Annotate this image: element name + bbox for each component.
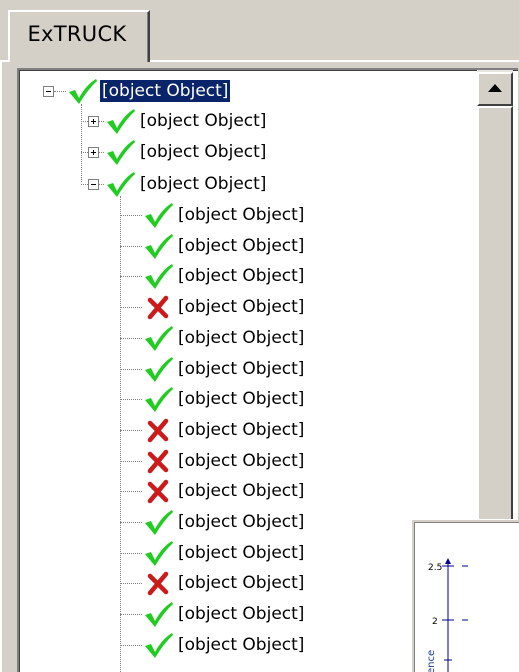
check-icon (142, 599, 174, 629)
check-icon (142, 384, 174, 414)
check-icon (142, 231, 174, 261)
tree-connector (54, 91, 66, 92)
tree-connector (81, 184, 88, 185)
tree-node-label: [object Object] (178, 297, 305, 317)
tree-node-label: [object Object] (178, 420, 305, 440)
tab-extruck[interactable]: ExTRUCK (8, 10, 150, 62)
cross-icon (142, 292, 174, 322)
tree-connector (120, 338, 142, 339)
collapse-icon[interactable] (88, 179, 99, 190)
tree-connector (120, 246, 142, 247)
chart-window: 2.5 2 ence (412, 520, 519, 672)
tree-node-label: [object Object] (178, 543, 305, 563)
check-icon (142, 354, 174, 384)
tree-connector (120, 553, 142, 554)
tree-node-label: [object Object] (178, 451, 305, 471)
tree-node-label: [object Object] (178, 205, 305, 225)
scroll-thumb[interactable] (477, 106, 513, 570)
cross-icon (142, 476, 174, 506)
tree-node-label: [object Object] (178, 573, 305, 593)
check-icon (142, 261, 174, 291)
tree-node-label: [object Object] (178, 359, 305, 379)
tree-node-label: [object Object] (178, 512, 305, 532)
chart-tick-label-mid: 2 (432, 617, 438, 627)
cross-icon (142, 568, 174, 598)
collapse-icon[interactable] (43, 86, 54, 97)
tree-connector-level1 (81, 104, 82, 182)
tree-connector (120, 522, 142, 523)
tree-node-label: [object Object] (178, 328, 305, 348)
chart-axis-arrow (445, 558, 451, 564)
tab-label: ExTRUCK (27, 22, 127, 46)
tree-connector (120, 430, 142, 431)
tree-connector (120, 307, 142, 308)
check-icon (142, 323, 174, 353)
check-icon (142, 507, 174, 537)
check-icon (104, 169, 136, 199)
tree-connector (120, 215, 142, 216)
check-icon (142, 200, 174, 230)
check-icon (104, 106, 136, 136)
tree-node-label: [object Object] (178, 481, 305, 501)
tree-connector (120, 645, 142, 646)
tree-connector (120, 461, 142, 462)
check-icon (104, 137, 136, 167)
tree-connector-level2 (120, 196, 121, 672)
scroll-up-button[interactable] (477, 72, 513, 106)
tree-connector (120, 491, 142, 492)
tree-node-label: [object Object] (140, 174, 267, 194)
chart-canvas: 2.5 2 ence (426, 558, 468, 672)
tree-node-label: [object Object] (178, 236, 305, 256)
expand-icon[interactable] (88, 116, 99, 127)
tree-node-label: [object Object] (178, 266, 305, 286)
tree-node-label: [object Object] (100, 80, 231, 102)
tree-connector (120, 399, 142, 400)
arrow-up-icon (488, 84, 502, 92)
tree-node-label: [object Object] (178, 635, 305, 655)
check-icon (66, 76, 98, 106)
cross-icon (142, 446, 174, 476)
cross-icon (142, 415, 174, 445)
chart-tick-label-top: 2.5 (428, 563, 442, 573)
check-icon (142, 630, 174, 660)
tree-connector (120, 614, 142, 615)
tree-connector (120, 369, 142, 370)
tree-connector (120, 276, 142, 277)
tree-connector (120, 583, 142, 584)
tree-node-label: [object Object] (178, 604, 305, 624)
chart-y-axis-label: ence (426, 650, 437, 672)
tree-connector (81, 121, 88, 122)
tree-node-label: [object Object] (140, 142, 267, 162)
tree-node-label: [object Object] (140, 111, 267, 131)
tree-node-label: [object Object] (178, 389, 305, 409)
expand-icon[interactable] (88, 147, 99, 158)
check-icon (142, 538, 174, 568)
tree-connector (81, 152, 88, 153)
